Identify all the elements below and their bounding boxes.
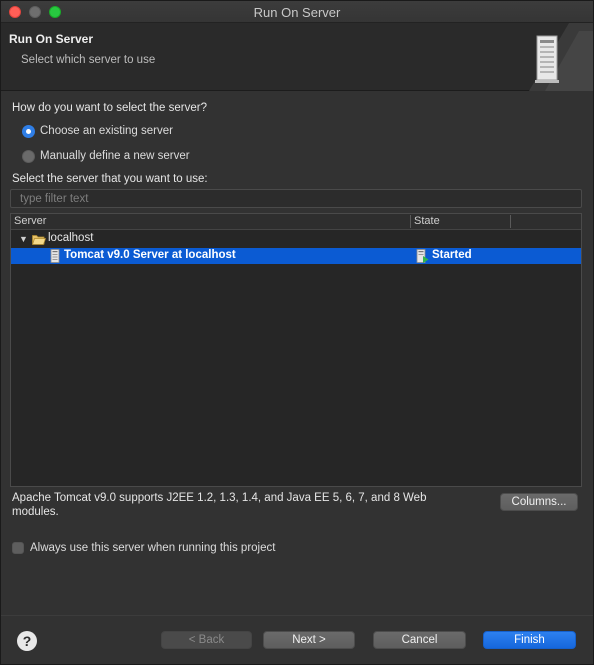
- footer-divider: [1, 615, 593, 616]
- cancel-button[interactable]: Cancel: [373, 631, 466, 649]
- finish-button[interactable]: Finish: [483, 631, 576, 649]
- dialog-window: Run On Server Run On Server Select which…: [0, 0, 594, 665]
- server-started-icon: [416, 249, 429, 263]
- server-tower-icon: [529, 23, 593, 91]
- help-icon[interactable]: ?: [17, 631, 37, 651]
- tree-label-tomcat-server: Tomcat v9.0 Server at localhost: [64, 249, 236, 261]
- tree-label-localhost: localhost: [48, 232, 94, 244]
- server-state: Started: [432, 249, 472, 261]
- columns-button[interactable]: Columns...: [500, 493, 578, 511]
- server-list-label: Select the server that you want to use:: [12, 173, 208, 185]
- wizard-subtitle: Select which server to use: [21, 54, 156, 66]
- tree-row-localhost[interactable]: ▼ localhost: [11, 231, 581, 247]
- selection-question: How do you want to select the server?: [12, 102, 207, 114]
- radio-button-unselected[interactable]: [22, 149, 35, 163]
- back-button[interactable]: < Back: [161, 631, 252, 649]
- title-bar: Run On Server: [1, 1, 593, 23]
- column-divider[interactable]: [410, 215, 411, 228]
- server-icon: [50, 249, 60, 263]
- filter-input[interactable]: [10, 189, 582, 208]
- server-description: Apache Tomcat v9.0 supports J2EE 1.2, 1.…: [12, 492, 427, 518]
- window-title: Run On Server: [253, 5, 341, 20]
- wizard-title: Run On Server: [9, 32, 94, 46]
- always-use-label: Always use this server when running this…: [30, 542, 276, 554]
- folder-open-icon: [32, 235, 46, 245]
- column-divider[interactable]: [510, 215, 511, 228]
- radio-existing-label: Choose an existing server: [40, 125, 173, 137]
- server-table[interactable]: Server State ▼ localhost Tomcat v9.0 Ser…: [10, 213, 582, 487]
- tree-row-tomcat-server[interactable]: Tomcat v9.0 Server at localhost Started: [11, 248, 581, 264]
- table-header: Server State: [11, 214, 581, 230]
- expanded-triangle-icon[interactable]: ▼: [19, 234, 28, 244]
- always-use-checkbox[interactable]: [12, 542, 24, 554]
- radio-button-selected[interactable]: [22, 124, 35, 138]
- radio-new-label: Manually define a new server: [40, 150, 190, 162]
- radio-existing-server[interactable]: Choose an existing server: [22, 123, 173, 139]
- wizard-header: Run On Server Select which server to use: [1, 23, 593, 91]
- column-header-state[interactable]: State: [414, 215, 440, 227]
- always-use-checkbox-row[interactable]: Always use this server when running this…: [12, 541, 275, 555]
- next-button[interactable]: Next >: [263, 631, 355, 649]
- column-header-server[interactable]: Server: [14, 215, 46, 227]
- radio-new-server[interactable]: Manually define a new server: [22, 148, 190, 164]
